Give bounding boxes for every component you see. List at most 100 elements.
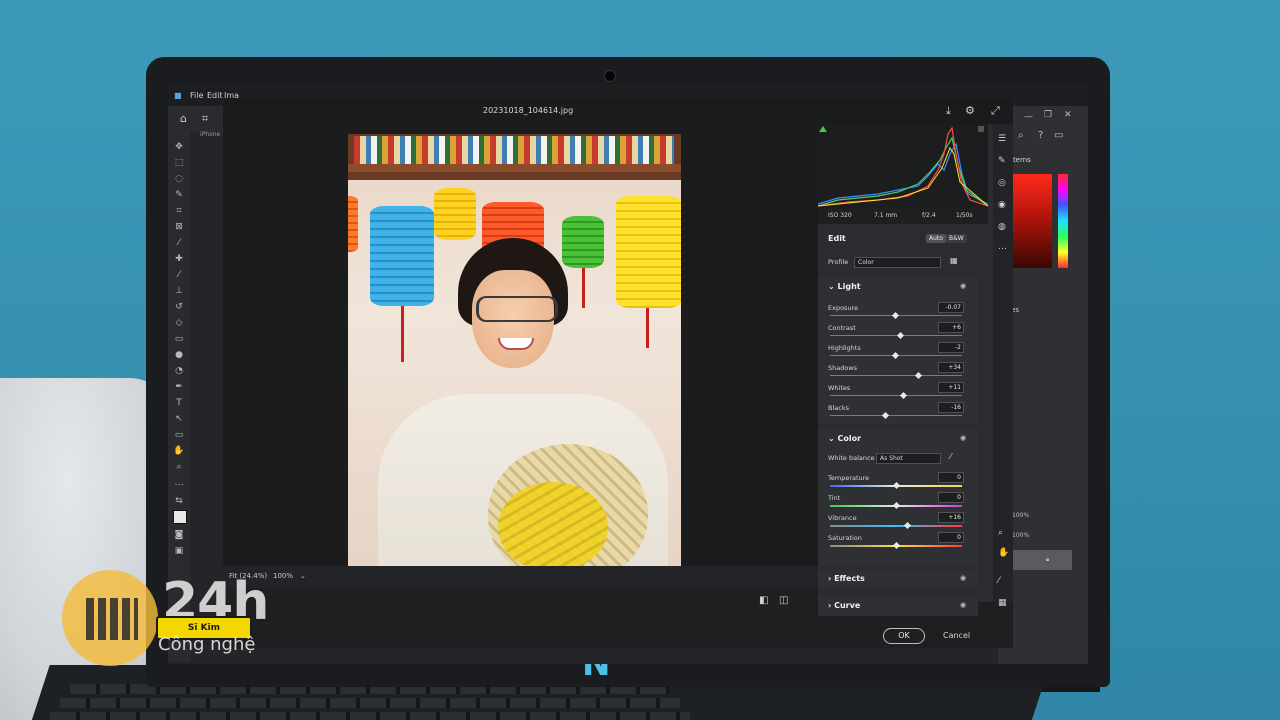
- path-select-icon[interactable]: ↖: [173, 414, 185, 424]
- slider-thumb[interactable]: [915, 371, 923, 380]
- more-icon[interactable]: …: [998, 242, 1007, 252]
- slider-track[interactable]: [830, 525, 962, 527]
- eyedropper-icon[interactable]: ⁄: [950, 452, 951, 461]
- color-sampler-icon[interactable]: ⁄: [998, 576, 1000, 586]
- slider-value-input[interactable]: -16: [938, 402, 964, 413]
- eyedropper-tool-icon[interactable]: ⁄: [173, 238, 185, 248]
- healing-icon[interactable]: ✎: [998, 156, 1006, 166]
- zoom-icon[interactable]: ⌕: [998, 528, 1003, 538]
- slider-value-input[interactable]: -2: [938, 342, 964, 353]
- slider-thumb[interactable]: [892, 481, 901, 490]
- save-icon[interactable]: ⤓: [946, 104, 951, 118]
- restore-icon[interactable]: ❐: [1044, 110, 1052, 120]
- pen-tool-icon[interactable]: ✒: [173, 382, 185, 392]
- move-tool-icon[interactable]: ✥: [173, 142, 185, 152]
- minimize-icon[interactable]: —: [1024, 112, 1033, 122]
- ok-button[interactable]: OK: [883, 628, 925, 644]
- slider-thumb[interactable]: [891, 351, 899, 360]
- zoom-tool-icon[interactable]: ⌕: [173, 462, 185, 472]
- blur-tool-icon[interactable]: ●: [173, 350, 185, 360]
- eye-icon[interactable]: ◉: [960, 434, 966, 442]
- home-icon[interactable]: ⌂: [180, 112, 187, 125]
- quick-mask-icon[interactable]: ◙: [173, 530, 185, 540]
- light-header[interactable]: ⌄ Light: [828, 282, 861, 291]
- hand-tool-icon[interactable]: ✋: [173, 446, 185, 456]
- grid-overlay-icon[interactable]: ▦: [998, 598, 1007, 608]
- slider-value-input[interactable]: +16: [938, 512, 964, 523]
- slider-thumb[interactable]: [882, 411, 890, 420]
- gradient-tool-icon[interactable]: ▭: [173, 334, 185, 344]
- zoom-100-select[interactable]: 100%: [273, 572, 293, 580]
- profile-select[interactable]: Color: [854, 257, 941, 268]
- slider-value-input[interactable]: +11: [938, 382, 964, 393]
- slider-thumb[interactable]: [892, 311, 900, 320]
- chevron-down-icon[interactable]: ⌄: [300, 572, 306, 580]
- gear-icon[interactable]: ⚙: [965, 104, 975, 117]
- slider-thumb[interactable]: [892, 541, 901, 550]
- slider-value-input[interactable]: 0: [938, 492, 964, 503]
- close-icon[interactable]: ✕: [1064, 110, 1072, 120]
- slider-thumb[interactable]: [892, 501, 901, 510]
- eye-icon[interactable]: ◉: [960, 282, 966, 290]
- slider-value-input[interactable]: +6: [938, 322, 964, 333]
- eye-icon[interactable]: ◉: [960, 574, 966, 582]
- slider-value-input[interactable]: 0: [938, 532, 964, 543]
- highlight-clip-icon[interactable]: [978, 126, 984, 132]
- type-tool-icon[interactable]: T: [173, 398, 185, 408]
- before-after-icon[interactable]: ◫: [779, 595, 788, 606]
- fill-value[interactable]: 100%: [1012, 532, 1029, 539]
- color-header[interactable]: ⌄ Color: [828, 434, 861, 443]
- slider-thumb[interactable]: [900, 391, 908, 400]
- slider-track[interactable]: [830, 395, 962, 396]
- slider-thumb[interactable]: [896, 331, 904, 340]
- healing-tool-icon[interactable]: ✚: [173, 254, 185, 264]
- help-icon[interactable]: ?: [1038, 130, 1043, 141]
- stamp-tool-icon[interactable]: ⊥: [173, 286, 185, 296]
- menu-file[interactable]: File: [190, 91, 203, 100]
- crop-icon[interactable]: ⌗: [173, 206, 185, 216]
- search-icon[interactable]: ⌕: [1018, 130, 1024, 141]
- marquee-tool-icon[interactable]: ⬚: [173, 158, 185, 168]
- eraser-tool-icon[interactable]: ◇: [173, 318, 185, 328]
- quick-select-tool-icon[interactable]: ✎: [173, 190, 185, 200]
- frame-tool-icon[interactable]: ⊠: [173, 222, 185, 232]
- screen-mode-icon[interactable]: ▣: [173, 546, 185, 556]
- single-view-icon[interactable]: ◧: [759, 595, 768, 606]
- presets-icon[interactable]: ◍: [998, 222, 1006, 232]
- shadow-clip-icon[interactable]: [819, 126, 827, 132]
- slider-thumb[interactable]: [903, 521, 911, 530]
- slider-track[interactable]: [830, 415, 962, 416]
- brush-tool-icon[interactable]: ⁄: [173, 270, 185, 280]
- slider-track[interactable]: [830, 375, 962, 376]
- profile-browser-icon[interactable]: ▦: [950, 256, 958, 265]
- rectangle-tool-icon[interactable]: ▭: [173, 430, 185, 440]
- more-tools-icon[interactable]: …: [173, 478, 185, 488]
- slider-value-input[interactable]: 0: [938, 472, 964, 483]
- eye-icon[interactable]: ◉: [960, 601, 966, 609]
- slider-value-input[interactable]: -0.07: [938, 302, 964, 313]
- slider-value-input[interactable]: +34: [938, 362, 964, 373]
- workspace-icon[interactable]: ▭: [1054, 130, 1063, 141]
- effects-section[interactable]: › Effects ◉: [818, 570, 978, 588]
- effects-header[interactable]: › Effects: [828, 574, 865, 583]
- preview-canvas[interactable]: [223, 124, 818, 582]
- masking-icon[interactable]: ◎: [998, 178, 1006, 188]
- white-balance-select[interactable]: As Shot: [876, 453, 941, 464]
- dodge-tool-icon[interactable]: ◔: [173, 366, 185, 376]
- curve-header[interactable]: › Curve: [828, 601, 860, 610]
- cancel-button[interactable]: Cancel: [943, 631, 970, 640]
- foreground-color-swatch[interactable]: [173, 510, 187, 524]
- menu-edit[interactable]: Edit: [207, 91, 223, 100]
- edit-sliders-icon[interactable]: ☰: [998, 134, 1006, 144]
- bw-button[interactable]: B&W: [946, 234, 967, 243]
- swap-colors-icon[interactable]: ⇆: [173, 496, 185, 506]
- opacity-value[interactable]: 100%: [1012, 512, 1029, 519]
- hand-icon[interactable]: ✋: [998, 548, 1009, 558]
- fullscreen-icon[interactable]: ⤢: [991, 104, 1000, 118]
- lasso-tool-icon[interactable]: ◌: [173, 174, 185, 184]
- crop-tool-icon[interactable]: ⌗: [202, 112, 208, 126]
- hue-slider[interactable]: [1058, 174, 1068, 268]
- auto-button[interactable]: Auto: [926, 234, 946, 243]
- curve-section[interactable]: › Curve ◉: [818, 596, 978, 616]
- red-eye-icon[interactable]: ◉: [998, 200, 1006, 210]
